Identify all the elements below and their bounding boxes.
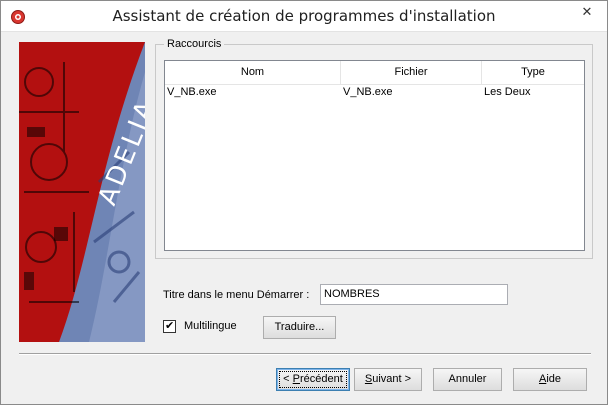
shortcuts-group-legend: Raccourcis [164,38,225,50]
table-row[interactable]: V_NB.exe V_NB.exe Les Deux [165,85,584,100]
title-bar[interactable]: Assistant de création de programmes d'in… [1,1,607,32]
previous-button-prefix: < [283,373,293,385]
multilingual-checkbox-box[interactable]: ✔ [163,320,176,333]
multilingual-label: Multilingue [184,320,237,332]
row-cell-nom: V_NB.exe [167,86,217,98]
installer-wizard-window: Assistant de création de programmes d'in… [0,0,608,405]
previous-button-accel: P [292,373,300,385]
close-icon[interactable]: ✕ [573,2,601,22]
check-icon: ✔ [165,320,175,332]
row-cell-type: Les Deux [484,86,531,98]
row-cell-fichier: V_NB.exe [343,86,393,98]
start-menu-title-label: Titre dans le menu Démarrer : [163,289,310,301]
help-button[interactable]: Aide [513,368,587,391]
help-button-rest: ide [546,373,562,385]
translate-button[interactable]: Traduire... [263,316,336,339]
previous-button[interactable]: < Précédent [276,368,350,391]
previous-button-rest: récédent [300,373,343,385]
shortcuts-group: Raccourcis Nom Fichier Type V_NB.exe V_N… [155,38,593,259]
cancel-button[interactable]: Annuler [433,368,502,391]
window-title: Assistant de création de programmes d'in… [112,7,496,25]
adelia-banner: ADELIA [19,42,145,342]
shortcuts-list[interactable]: Nom Fichier Type V_NB.exe V_NB.exe Les D… [164,60,585,251]
start-menu-title-input[interactable]: NOMBRES [320,284,508,305]
column-header-fichier[interactable]: Fichier [341,61,482,85]
button-separator [19,353,591,355]
shortcuts-list-header: Nom Fichier Type [165,61,584,85]
next-button-rest: uivant > [372,373,412,385]
banner-graphic: ADELIA [19,42,145,342]
next-button[interactable]: Suivant > [354,368,422,391]
column-header-nom[interactable]: Nom [165,61,341,85]
column-header-type[interactable]: Type [482,61,584,85]
